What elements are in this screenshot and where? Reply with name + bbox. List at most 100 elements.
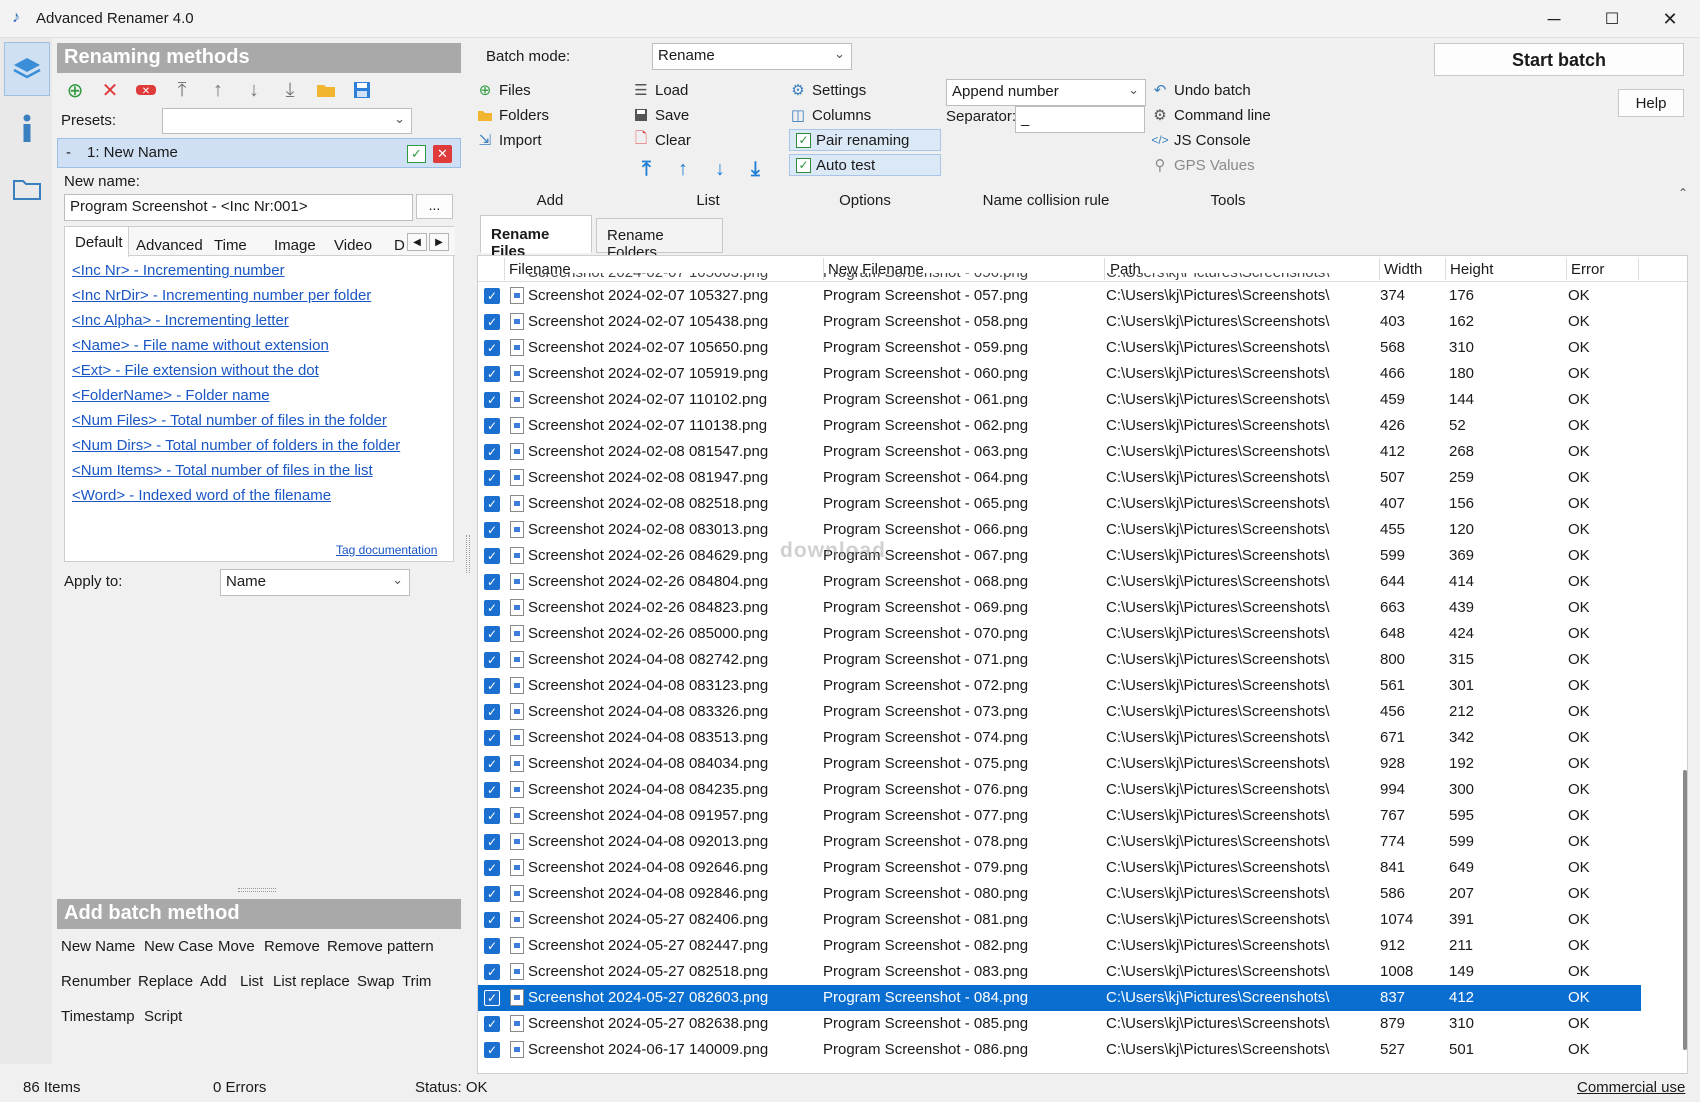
batch-method-remove[interactable]: Remove: [264, 938, 320, 955]
tag-link[interactable]: <Num Dirs> - Total number of folders in …: [72, 437, 400, 462]
batch-method-renumber[interactable]: Renumber: [61, 973, 131, 990]
apply-to-dropdown[interactable]: Name ⌄: [220, 569, 410, 596]
tag-link[interactable]: <Ext> - File extension without the dot: [72, 362, 400, 387]
browse-button[interactable]: ...: [416, 194, 453, 219]
auto-test-toggle[interactable]: ✓ Auto test: [789, 154, 941, 176]
row-checkbox-icon[interactable]: ✓: [484, 1042, 500, 1058]
command-line-button[interactable]: ⚙ Command line: [1151, 104, 1270, 126]
new-name-input[interactable]: Program Screenshot - <Inc Nr:001>: [64, 194, 413, 221]
table-row[interactable]: ✓ Screenshot 2024-02-07 110102.png Program…: [478, 387, 1641, 413]
batch-method-move[interactable]: Move: [218, 938, 255, 955]
row-checkbox-icon[interactable]: ✓: [484, 782, 500, 798]
table-row[interactable]: ✓ Screenshot 2024-02-08 083013.png Program…: [478, 517, 1641, 543]
batch-method-swap[interactable]: Swap: [357, 973, 395, 990]
table-row[interactable]: ✓ Screenshot 2024-04-08 084235.png Program…: [478, 777, 1641, 803]
row-checkbox-icon[interactable]: ✓: [484, 548, 500, 564]
list-move-top-icon[interactable]: ⤒: [642, 158, 651, 181]
import-button[interactable]: ⇲ Import: [476, 129, 549, 151]
row-checkbox-icon[interactable]: ✓: [484, 860, 500, 876]
tag-link[interactable]: <Name> - File name without extension: [72, 337, 400, 362]
info-icon[interactable]: [4, 102, 50, 156]
batch-method-timestamp[interactable]: Timestamp: [61, 1008, 135, 1025]
tab-d[interactable]: D: [394, 237, 406, 254]
row-checkbox-icon[interactable]: ✓: [484, 912, 500, 928]
vertical-splitter-grip[interactable]: [466, 535, 470, 573]
batch-method-new-case[interactable]: New Case: [144, 938, 213, 955]
row-checkbox-icon[interactable]: ✓: [484, 886, 500, 902]
batch-method-new-name[interactable]: New Name: [61, 938, 135, 955]
table-row[interactable]: ✓ Screenshot 2024-04-08 092646.png Program…: [478, 855, 1641, 881]
start-batch-button[interactable]: Start batch: [1434, 43, 1684, 76]
row-checkbox-icon[interactable]: ✓: [484, 496, 500, 512]
row-checkbox-icon[interactable]: ✓: [484, 1016, 500, 1032]
add-files-button[interactable]: ⊕ Files: [476, 79, 549, 101]
tab-time[interactable]: Time: [214, 237, 247, 254]
table-row[interactable]: ✓ Screenshot 2024-02-08 082518.png Program…: [478, 491, 1641, 517]
tab-video[interactable]: Video: [334, 237, 372, 254]
save-icon[interactable]: [350, 78, 374, 102]
tag-link[interactable]: <FolderName> - Folder name: [72, 387, 400, 412]
add-method-icon[interactable]: ⊕: [63, 78, 87, 102]
table-row[interactable]: ✓ Screenshot 2024-02-26 085000.png Program…: [478, 621, 1641, 647]
row-checkbox-icon[interactable]: ✓: [484, 808, 500, 824]
batch-method-trim[interactable]: Trim: [402, 973, 431, 990]
commercial-use-link[interactable]: Commercial use: [1577, 1079, 1685, 1096]
splitter-grip[interactable]: [238, 888, 276, 892]
save-list-button[interactable]: Save: [632, 104, 691, 126]
vertical-scrollbar[interactable]: [1683, 770, 1687, 1050]
batch-method-remove-pattern[interactable]: Remove pattern: [327, 938, 434, 955]
table-row[interactable]: ✓ Screenshot 2024-04-08 092846.png Program…: [478, 881, 1641, 907]
table-row[interactable]: ✓ Screenshot 2024-02-26 084629.png Program…: [478, 543, 1641, 569]
row-checkbox-icon[interactable]: ✓: [484, 600, 500, 616]
batch-mode-dropdown[interactable]: Rename ⌄: [652, 43, 852, 70]
method-item-new-name[interactable]: - 1: New Name ✓ ✕: [57, 138, 461, 168]
row-checkbox-icon[interactable]: ✓: [484, 288, 500, 304]
table-row[interactable]: ✓ Screenshot 2024-02-08 081947.png Program…: [478, 465, 1641, 491]
row-checkbox-icon[interactable]: ✓: [484, 574, 500, 590]
move-up-icon[interactable]: ↑: [206, 78, 230, 102]
load-button[interactable]: ☰ Load: [632, 79, 691, 101]
list-move-bottom-icon[interactable]: ⤓: [751, 158, 760, 181]
tab-scroll-left-icon[interactable]: ◀: [407, 233, 427, 251]
row-checkbox-icon[interactable]: ✓: [484, 756, 500, 772]
columns-button[interactable]: ◫ Columns: [789, 104, 941, 126]
row-checkbox-icon[interactable]: ✓: [484, 392, 500, 408]
batch-method-list-replace[interactable]: List replace: [273, 973, 350, 990]
collapse-toggle[interactable]: -: [66, 144, 71, 161]
tag-link[interactable]: <Num Items> - Total number of files in t…: [72, 462, 400, 487]
row-checkbox-icon[interactable]: ✓: [484, 340, 500, 356]
table-row[interactable]: ✓ Screenshot 2024-06-17 140009.png Program…: [478, 1037, 1641, 1063]
tab-scroll-right-icon[interactable]: ▶: [429, 233, 449, 251]
table-row[interactable]: ✓ Screenshot 2024-02-07 105919.png Program…: [478, 361, 1641, 387]
table-row[interactable]: ✓ Screenshot 2024-04-08 091957.png Program…: [478, 803, 1641, 829]
minimize-button[interactable]: ─: [1525, 0, 1583, 38]
tag-link[interactable]: <Inc Alpha> - Incrementing letter: [72, 312, 400, 337]
table-row[interactable]: ✓ Screenshot 2024-02-26 084823.png Program…: [478, 595, 1641, 621]
table-row[interactable]: ✓ Screenshot 2024-02-26 084804.png Program…: [478, 569, 1641, 595]
help-button[interactable]: Help: [1618, 89, 1684, 117]
open-folder-icon[interactable]: [314, 78, 338, 102]
move-bottom-icon[interactable]: ⤓: [278, 78, 302, 102]
table-row[interactable]: ✓ Screenshot 2024-04-08 092013.png Program…: [478, 829, 1641, 855]
collision-rule-dropdown[interactable]: Append number ⌄: [946, 79, 1146, 106]
tag-link[interactable]: <Num Files> - Total number of files in t…: [72, 412, 400, 437]
move-down-icon[interactable]: ↓: [242, 78, 266, 102]
presets-dropdown[interactable]: ⌄: [162, 108, 412, 134]
table-row[interactable]: ✓ Screenshot 2024-02-07 105327.png Program…: [478, 283, 1641, 309]
table-row[interactable]: ✓ Screenshot 2024-04-08 083513.png Program…: [478, 725, 1641, 751]
undo-batch-button[interactable]: ↶ Undo batch: [1151, 79, 1271, 101]
delete-method-icon[interactable]: ✕: [433, 145, 452, 163]
separator-input[interactable]: _: [1015, 106, 1145, 133]
clear-button[interactable]: 🗋 Clear: [632, 129, 691, 151]
js-console-button[interactable]: </> JS Console: [1151, 129, 1271, 151]
row-checkbox-icon[interactable]: ✓: [484, 652, 500, 668]
tab-image[interactable]: Image: [274, 237, 316, 254]
table-row-selected[interactable]: ✓ Screenshot 2024-05-27 082603.png Program…: [478, 985, 1641, 1011]
collapse-toolbar-icon[interactable]: ⌃: [1678, 186, 1688, 200]
table-row[interactable]: ✓ Screenshot 2024-02-08 081547.png Program…: [478, 439, 1641, 465]
row-checkbox-icon[interactable]: ✓: [484, 314, 500, 330]
layers-icon[interactable]: [4, 42, 50, 96]
table-row[interactable]: ✓ Screenshot 2024-05-27 082447.png Program…: [478, 933, 1641, 959]
remove-method-icon[interactable]: ✕: [98, 78, 122, 102]
list-move-up-icon[interactable]: ↑: [678, 158, 688, 181]
